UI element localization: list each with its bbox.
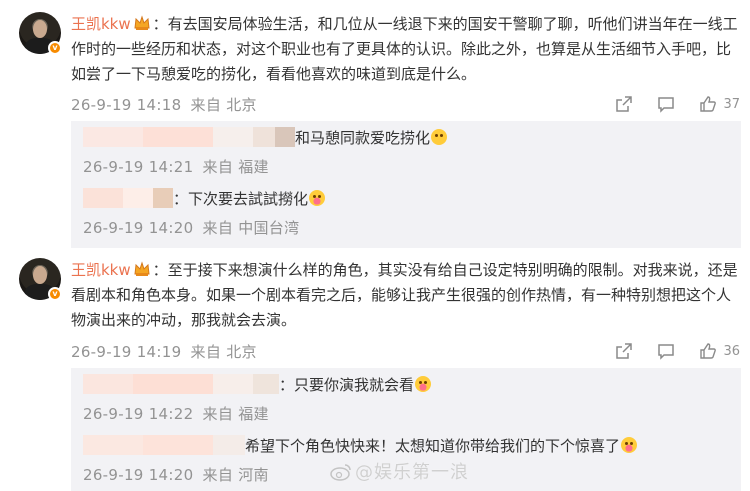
username-link[interactable]: 王凯kkw xyxy=(71,15,131,33)
timestamp: 26-9-19 14:22 xyxy=(83,405,194,423)
share-icon[interactable] xyxy=(615,342,633,360)
timestamp: 26-9-19 14:21 xyxy=(83,158,194,176)
masked-username xyxy=(83,127,295,147)
reply-text: 希望下个角色快快来！太想知道你带给我们的下个惊喜了 xyxy=(245,437,621,455)
location: 来自 福建 xyxy=(202,405,269,423)
comment-actions: 37 xyxy=(591,95,740,113)
comment-actions: 36 xyxy=(591,342,740,360)
timestamp: 26-9-19 14:18 xyxy=(71,96,182,114)
crown-badge-icon xyxy=(134,261,150,276)
comment-body: ：至于接下来想演什么样的角色，其实没有给自己设定特别明确的限制。对我来说，还是看… xyxy=(71,261,738,329)
reply-text: 和马憩同款爱吃捞化 xyxy=(295,129,431,147)
timestamp: 26-9-19 14:20 xyxy=(83,219,194,237)
verified-badge-icon: v xyxy=(48,287,62,301)
emoji-icon xyxy=(431,129,448,145)
reply-meta: 26-9-19 14:20 来自 中国台湾 xyxy=(83,217,733,238)
verified-badge-icon: v xyxy=(48,41,62,55)
comment-icon[interactable] xyxy=(657,342,675,360)
reply-item: ：只要你演我就会看 26-9-19 14:22 来自 福建 xyxy=(83,374,733,424)
like-count: 36 xyxy=(723,343,740,359)
timestamp: 26-9-19 14:19 xyxy=(71,343,182,361)
crown-badge-icon xyxy=(134,15,150,30)
comment-text: 王凯kkw ：至于接下来想演什么样的角色，其实没有给自己设定特别明确的限制。对我来… xyxy=(71,258,741,333)
weibo-logo-icon xyxy=(330,464,351,481)
reply-item: ：下次要去試試撈化 26-9-19 14:20 来自 中国台湾 xyxy=(83,188,733,238)
masked-username xyxy=(83,188,173,208)
location: 来自 福建 xyxy=(202,158,269,176)
masked-username xyxy=(83,374,279,394)
like-icon[interactable] xyxy=(699,342,717,360)
watermark: @娱乐第一浪 xyxy=(330,458,469,484)
reply-meta: 26-9-19 14:22 来自 福建 xyxy=(83,403,733,424)
reply-meta: 26-9-19 14:21 来自 福建 xyxy=(83,156,733,177)
comment-meta: 26-9-19 14:18 来自 北京 xyxy=(71,94,257,115)
reply-text: ：只要你演我就会看 xyxy=(279,376,415,394)
comment-body: ：有去国安局体验生活，和几位从一线退下来的国安干警聊了聊，听他们讲当年在一线工作… xyxy=(71,15,738,83)
reply-item: 和马憩同款爱吃捞化 26-9-19 14:21 来自 福建 xyxy=(83,127,733,177)
location: 来自 中国台湾 xyxy=(202,219,300,237)
reply-text: ：下次要去試試撈化 xyxy=(173,190,309,208)
masked-username xyxy=(83,435,245,455)
timestamp: 26-9-19 14:20 xyxy=(83,466,194,484)
emoji-icon xyxy=(309,190,326,206)
like-icon[interactable] xyxy=(699,95,717,113)
username-link[interactable]: 王凯kkw xyxy=(71,261,131,279)
comment-meta: 26-9-19 14:19 来自 北京 xyxy=(71,341,257,362)
location: 来自 河南 xyxy=(202,466,269,484)
location: 来自 北京 xyxy=(190,343,257,361)
like-count: 37 xyxy=(723,96,740,112)
watermark-text: @娱乐第一浪 xyxy=(355,462,469,483)
share-icon[interactable] xyxy=(615,95,633,113)
comment-icon[interactable] xyxy=(657,95,675,113)
location: 来自 北京 xyxy=(190,96,257,114)
replies-box: 和马憩同款爱吃捞化 26-9-19 14:21 来自 福建 ：下次要去試試撈化 … xyxy=(71,121,741,248)
comment-text: 王凯kkw ：有去国安局体验生活，和几位从一线退下来的国安干警聊了聊，听他们讲当年… xyxy=(71,12,741,87)
emoji-icon xyxy=(621,437,638,453)
emoji-icon xyxy=(415,376,432,392)
